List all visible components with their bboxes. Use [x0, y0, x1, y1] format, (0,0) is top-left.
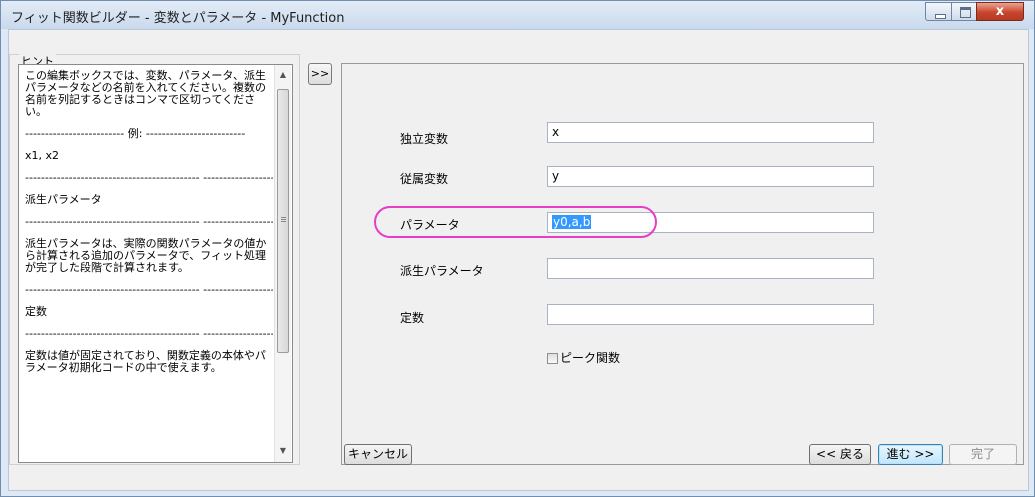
hint-separator: ----------------------------------------…: [25, 328, 273, 340]
next-button[interactable]: 進む >>: [878, 444, 943, 465]
hint-textbox[interactable]: この編集ボックスでは、変数、パラメータ、派生パラメータなどの名前を入れてください…: [18, 64, 293, 463]
back-button[interactable]: << 戻る: [809, 444, 871, 465]
derived-parameters-input[interactable]: [547, 258, 874, 279]
constants-input[interactable]: [547, 304, 874, 325]
independent-variable-input[interactable]: x: [547, 122, 874, 143]
peak-function-checkbox[interactable]: ピーク関数: [547, 349, 620, 366]
hint-example: x1, x2: [25, 149, 60, 162]
toggle-hint-button[interactable]: >>: [308, 63, 332, 85]
hint-separator: ----------------------------------------…: [25, 284, 273, 296]
independent-variable-label: 独立変数: [400, 132, 449, 146]
cancel-button[interactable]: キャンセル: [344, 444, 412, 465]
hint-separator: ----------------------------------------…: [25, 216, 273, 228]
window-title: フィット関数ビルダー - 変数とパラメータ - MyFunction: [11, 11, 345, 26]
hint-paragraph-constants: 定数は値が固定されており、関数定義の本体やパラメータ初期化コードの中で使えます。: [25, 349, 266, 374]
hint-separator: ------------------------- 例: -----------…: [25, 128, 246, 140]
hint-separator: ----------------------------------------…: [25, 172, 273, 184]
hint-heading-constants: 定数: [25, 305, 47, 318]
grip-line: [281, 221, 286, 222]
hint-text: この編集ボックスでは、変数、パラメータ、派生パラメータなどの名前を入れてください…: [25, 70, 273, 384]
close-button[interactable]: x: [976, 2, 1024, 21]
minimize-button[interactable]: [925, 2, 952, 21]
scrollbar-thumb[interactable]: [277, 89, 289, 353]
hint-heading-derived: 派生パラメータ: [25, 193, 102, 206]
grip-line: [281, 217, 286, 218]
scroll-down-arrow-icon[interactable]: ▼: [275, 443, 291, 459]
minimize-icon: [935, 14, 946, 19]
hint-scrollbar[interactable]: ▲ ▼: [274, 65, 291, 462]
grip-line: [281, 219, 286, 220]
maximize-icon: [960, 7, 971, 18]
scroll-up-arrow-icon[interactable]: ▲: [275, 67, 291, 83]
hint-paragraph: この編集ボックスでは、変数、パラメータ、派生パラメータなどの名前を入れてください…: [25, 69, 267, 118]
dependent-variable-input[interactable]: y: [547, 166, 874, 187]
checkbox-box[interactable]: [547, 353, 558, 364]
highlight-annotation: [374, 206, 657, 238]
constants-label: 定数: [400, 311, 425, 325]
close-icon: x: [995, 4, 1005, 19]
finish-button[interactable]: 完了: [949, 444, 1017, 465]
dialog-window: フィット関数ビルダー - 変数とパラメータ - MyFunction x ヒント…: [0, 0, 1035, 497]
title-bar[interactable]: フィット関数ビルダー - 変数とパラメータ - MyFunction x: [1, 1, 1034, 29]
dependent-variable-label: 従属変数: [400, 172, 449, 186]
maximize-button[interactable]: [951, 2, 977, 21]
derived-parameters-label: 派生パラメータ: [400, 264, 484, 278]
hint-paragraph-derived: 派生パラメータは、実際の関数パラメータの値から計算される追加のパラメータで、フィ…: [25, 237, 267, 274]
peak-function-label: ピーク関数: [560, 351, 621, 365]
